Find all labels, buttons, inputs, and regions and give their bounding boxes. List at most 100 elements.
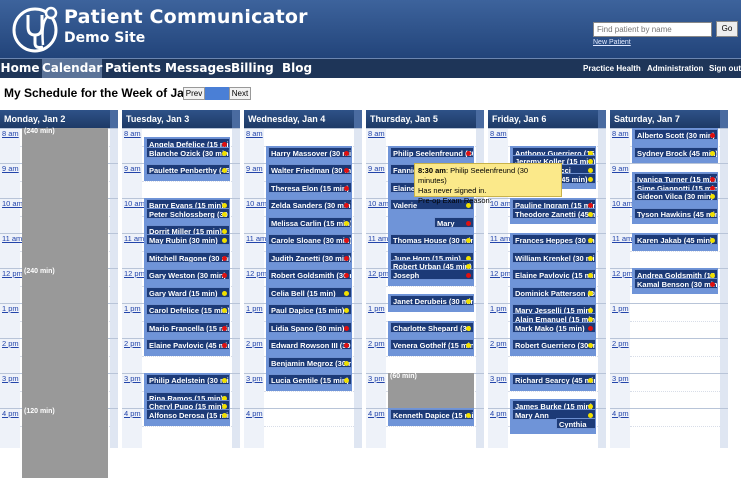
time-slot-link[interactable]: 4 pm: [246, 409, 263, 418]
appointment[interactable]: Benjamin Megroz (30 min): [268, 356, 352, 368]
time-slot-link[interactable]: 8 am: [246, 129, 263, 138]
time-slot-link[interactable]: 2 pm: [124, 339, 141, 348]
time-slot-link[interactable]: 12 pm: [612, 269, 633, 278]
time-slot-link[interactable]: 1 pm: [368, 304, 385, 313]
nav-administration[interactable]: Administration: [647, 59, 703, 78]
time-slot-link[interactable]: 2 pm: [612, 339, 629, 348]
appointment[interactable]: Theresa Elon (15 min): [268, 181, 352, 193]
time-slot-link[interactable]: 8 am: [612, 129, 629, 138]
time-slot-link[interactable]: 8 am: [368, 129, 385, 138]
appointment[interactable]: Mark Mako (15 min): [512, 321, 596, 333]
time-slot-link[interactable]: 2 pm: [246, 339, 263, 348]
time-slot-link[interactable]: 1 pm: [490, 304, 507, 313]
time-slot-link[interactable]: 12 pm: [2, 269, 23, 278]
appointment[interactable]: Edward Rowson III (30 min): [268, 339, 352, 350]
time-slot-link[interactable]: 12 pm: [368, 269, 389, 278]
time-slot-link[interactable]: 9 am: [368, 164, 385, 173]
appointment[interactable]: Tyson Hawkins (45 min): [634, 207, 718, 219]
time-slot-link[interactable]: 10 am: [124, 199, 145, 208]
time-slot-link[interactable]: 8 am: [2, 129, 19, 138]
time-slot-link[interactable]: 10 am: [612, 199, 633, 208]
time-slot-link[interactable]: 2 pm: [2, 339, 19, 348]
time-slot-link[interactable]: 3 pm: [490, 374, 507, 383]
appointment[interactable]: Melissa Carlin (15 min): [268, 216, 352, 228]
time-slot-link[interactable]: 3 pm: [368, 374, 385, 383]
appointment[interactable]: Paul Dapice (15 min): [268, 304, 352, 315]
time-slot-link[interactable]: 11 am: [2, 234, 22, 243]
day-header[interactable]: Wednesday, Jan 4: [244, 110, 362, 128]
nav-home[interactable]: Home: [0, 59, 40, 78]
appointment[interactable]: Frances Heppes (30 min): [512, 234, 596, 245]
time-slot-link[interactable]: 11 am: [368, 234, 388, 243]
nav-blog[interactable]: Blog: [280, 59, 314, 78]
appointment[interactable]: Elaine Pavlovic (15 min): [512, 269, 596, 280]
time-slot-link[interactable]: 11 am: [612, 234, 632, 243]
time-slot-link[interactable]: 3 pm: [612, 374, 629, 383]
nav-messages[interactable]: Messages: [165, 59, 231, 78]
stethoscope-logo-icon[interactable]: [11, 5, 61, 53]
appointment[interactable]: Celia Bell (15 min): [268, 286, 352, 298]
time-slot-link[interactable]: 11 am: [490, 234, 510, 243]
appointment[interactable]: Lidia Spano (30 min): [268, 321, 352, 333]
appointment[interactable]: Harry Massover (30 min): [268, 146, 352, 158]
appointment[interactable]: Blanche Ozick (30 min): [146, 146, 230, 158]
time-slot-link[interactable]: 1 pm: [124, 304, 141, 313]
time-slot-link[interactable]: 11 am: [124, 234, 144, 243]
appointment[interactable]: Theodore Zanetti (45 min): [512, 207, 596, 219]
appointment[interactable]: Mitchell Ragone (30 min): [146, 251, 230, 263]
time-slot-link[interactable]: 9 am: [2, 164, 19, 173]
time-slot-link[interactable]: 8 am: [124, 129, 141, 138]
appointment[interactable]: Mario Francella (15 min): [146, 321, 230, 333]
appointment[interactable]: Gary Weston (30 min): [146, 269, 230, 280]
time-slot-link[interactable]: 10 am: [368, 199, 389, 208]
current-week-button[interactable]: [205, 87, 229, 100]
appointment[interactable]: Alberto Scott (30 min): [634, 129, 718, 140]
go-button[interactable]: Go: [716, 21, 738, 37]
time-slot-link[interactable]: 1 pm: [612, 304, 629, 313]
nav-practice-health[interactable]: Practice Health: [583, 59, 641, 78]
appointment[interactable]: Charlotte Shepard (30 min): [390, 321, 474, 333]
appointment[interactable]: Elaine Pavlovic (45 min): [146, 339, 230, 350]
appointment[interactable]: May Rubin (30 min): [146, 234, 230, 245]
time-slot-link[interactable]: 10 am: [246, 199, 267, 208]
appointment[interactable]: Alfonso Derosa (15 min): [146, 409, 230, 420]
blocked-time[interactable]: (60 min): [388, 373, 474, 408]
time-slot-link[interactable]: 4 pm: [368, 409, 385, 418]
time-slot-link[interactable]: 12 pm: [124, 269, 145, 278]
time-slot-link[interactable]: 11 am: [246, 234, 266, 243]
blocked-time[interactable]: (240 min): [22, 128, 108, 268]
time-slot-link[interactable]: 1 pm: [2, 304, 19, 313]
appointment[interactable]: Zelda Sanders (30 min): [268, 199, 352, 210]
appointment[interactable]: Venera Gothelf (15 min): [390, 339, 474, 350]
appointment[interactable]: Robert Goldsmith (30 min): [268, 269, 352, 280]
day-header[interactable]: Friday, Jan 6: [488, 110, 606, 128]
day-header[interactable]: Thursday, Jan 5: [366, 110, 484, 128]
time-slot-link[interactable]: 2 pm: [368, 339, 385, 348]
nav-patients[interactable]: Patients: [104, 59, 162, 78]
nav-calendar[interactable]: Calendar: [42, 59, 102, 78]
appointment[interactable]: Thomas House (30 min): [390, 234, 474, 245]
time-slot-link[interactable]: 8 am: [490, 129, 507, 138]
day-header[interactable]: Monday, Jan 2: [0, 110, 118, 128]
blocked-time[interactable]: (240 min): [22, 268, 108, 408]
find-patient-input[interactable]: [593, 22, 712, 37]
appointment[interactable]: Paulette Penberthy (45 min): [146, 164, 230, 175]
time-slot-link[interactable]: 4 pm: [490, 409, 507, 418]
appointment[interactable]: Kenneth Dapice (15 min): [390, 409, 474, 420]
time-slot-link[interactable]: 12 pm: [246, 269, 267, 278]
appointment[interactable]: Janet Derubeis (30 min): [390, 295, 474, 307]
appointment[interactable]: Kamal Benson (30 min): [634, 277, 718, 289]
appointment[interactable]: Carole Sloane (30 min): [268, 234, 352, 245]
appointment[interactable]: Philip Seelenfreund (30 min): [390, 146, 474, 158]
appointment[interactable]: Joseph: [390, 269, 474, 280]
time-slot-link[interactable]: 2 pm: [490, 339, 507, 348]
new-patient-link[interactable]: New Patient: [593, 39, 631, 46]
appointment[interactable]: William Krenkel (30 min): [512, 251, 596, 263]
appointment[interactable]: Mary: [434, 216, 474, 228]
time-slot-link[interactable]: 9 am: [246, 164, 263, 173]
appointment[interactable]: Judith Zanetti (30 min): [268, 251, 352, 263]
blocked-time[interactable]: (120 min): [22, 408, 108, 478]
next-week-button[interactable]: Next: [229, 87, 251, 100]
appointment[interactable]: Cynthia: [556, 417, 596, 429]
time-slot-link[interactable]: 3 pm: [246, 374, 263, 383]
